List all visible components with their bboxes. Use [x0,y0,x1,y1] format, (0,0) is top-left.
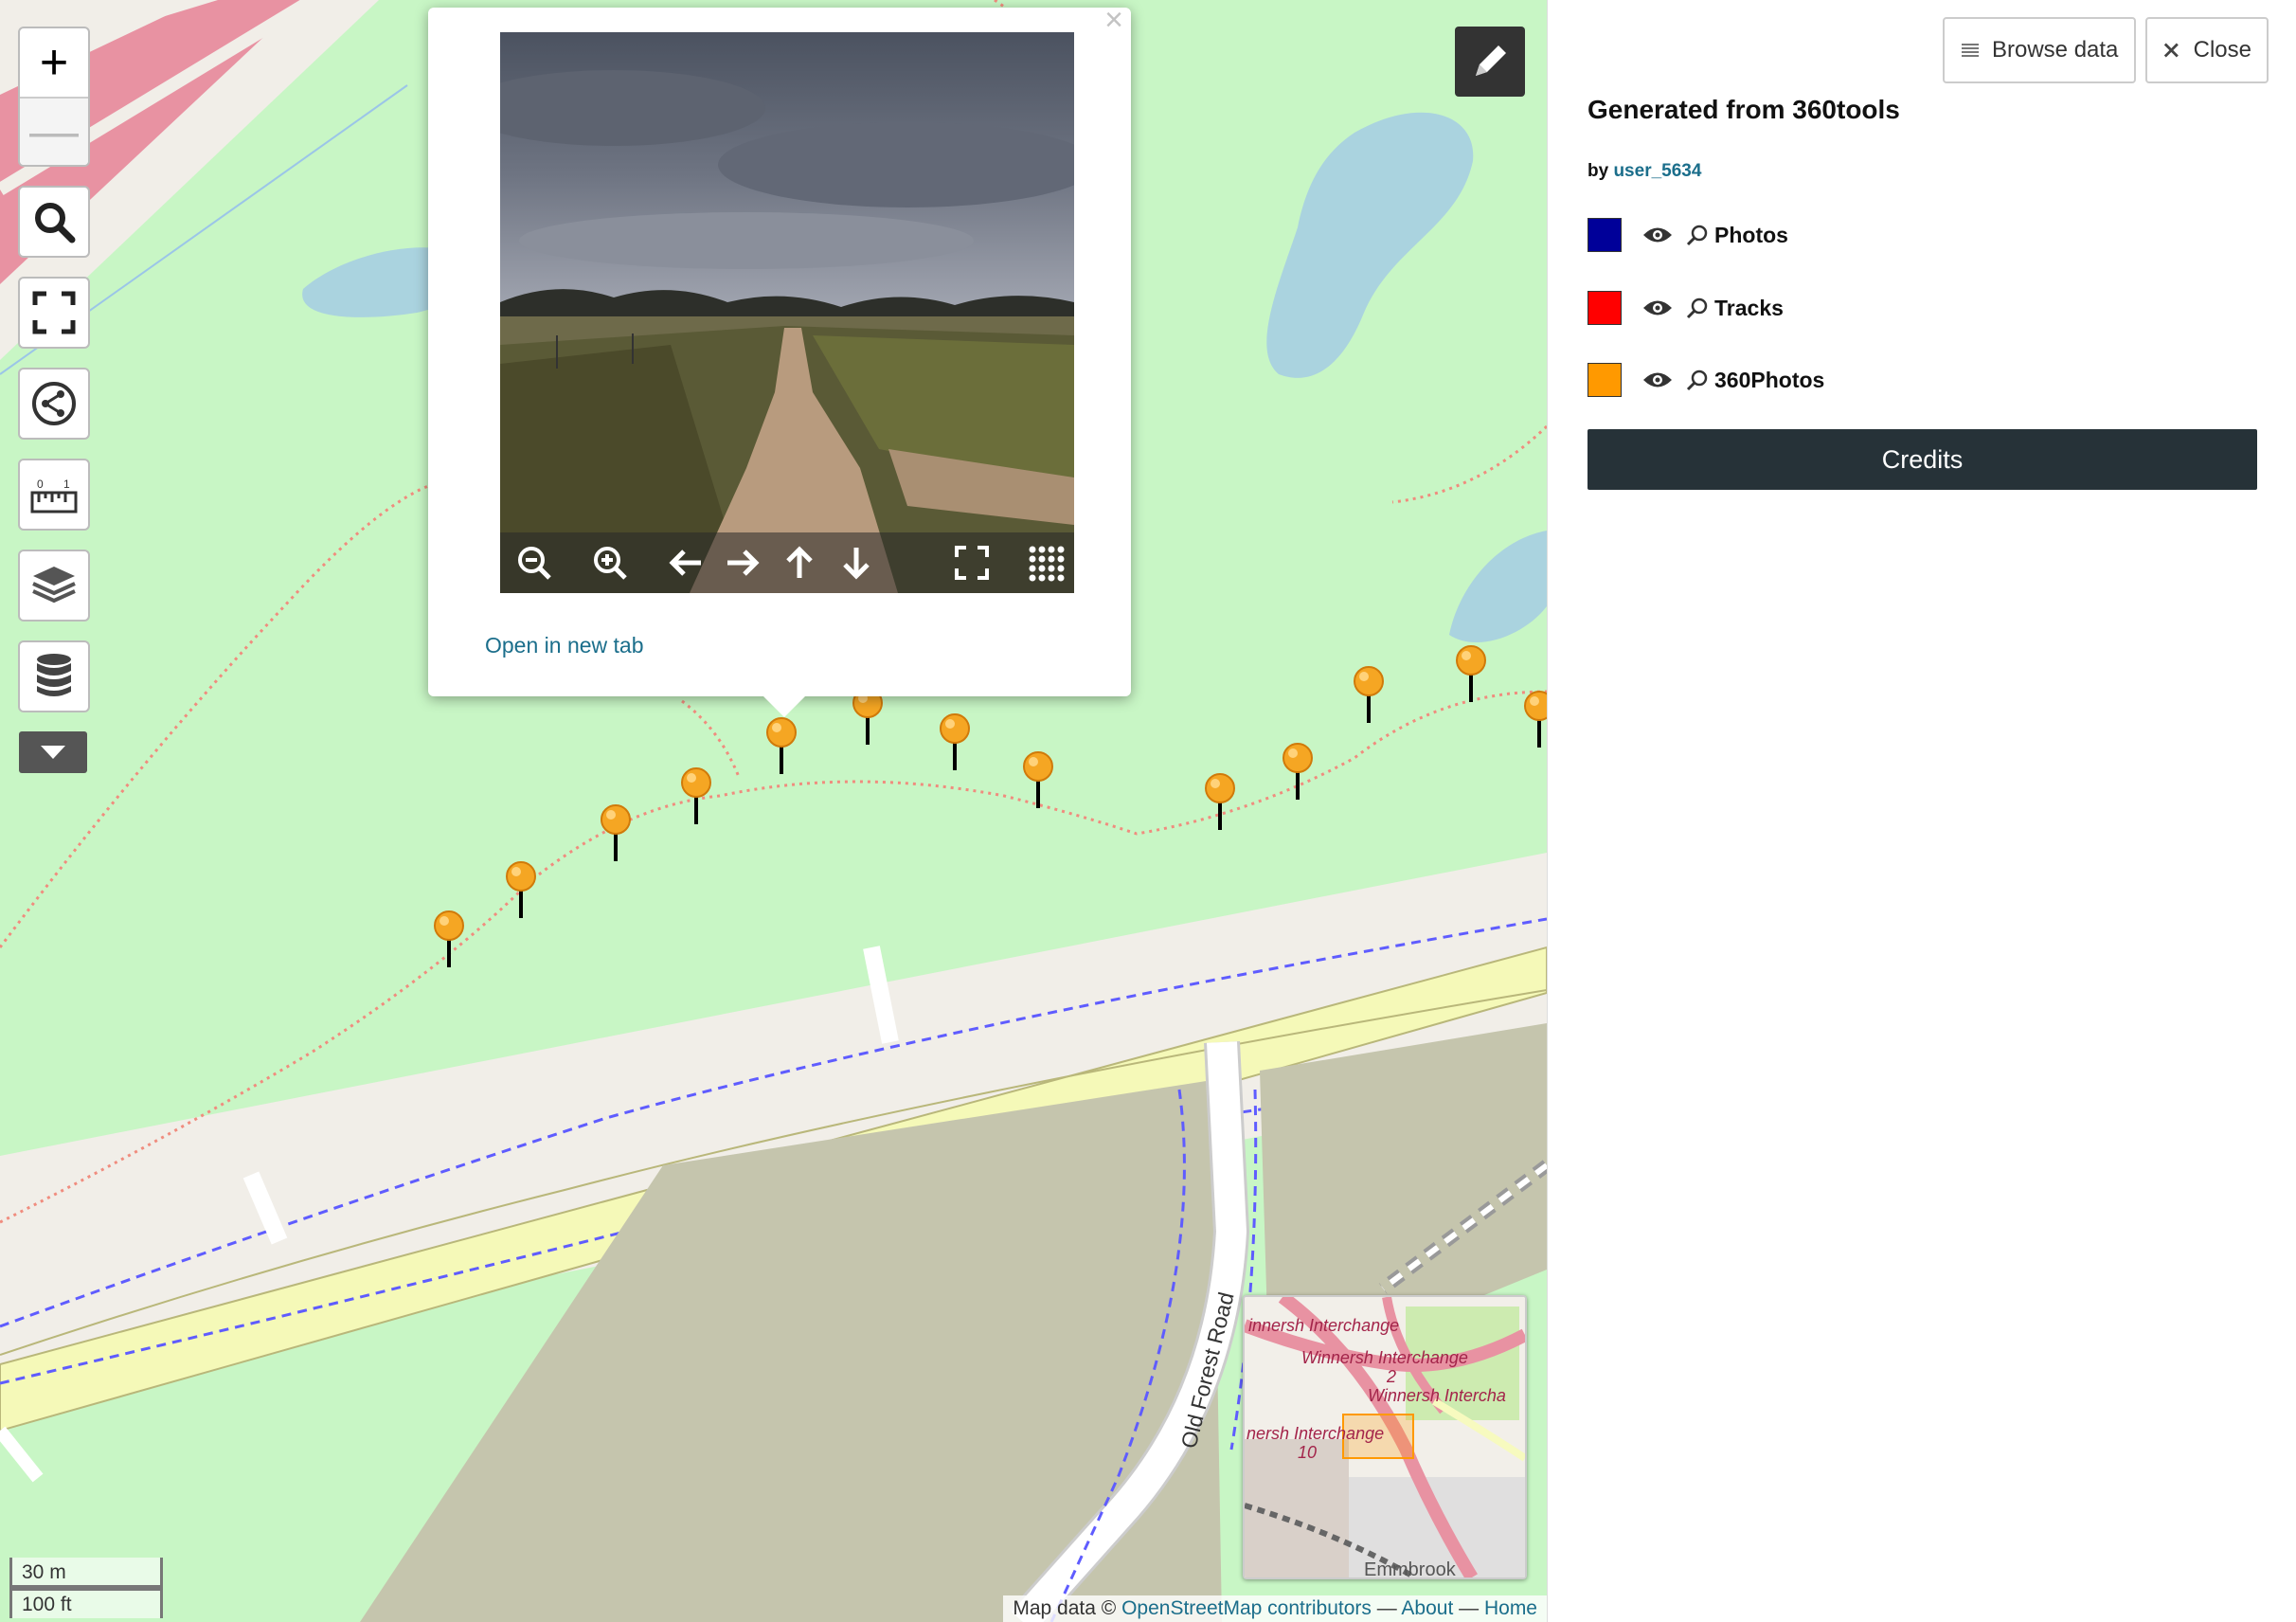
arrow-right-icon [727,550,760,576]
open-in-new-tab-link[interactable]: Open in new tab [485,633,644,658]
eye-icon[interactable] [1642,369,1673,390]
search-button[interactable] [18,186,90,258]
popup-tip [763,696,805,717]
arrow-left-icon [669,550,701,576]
layers-button[interactable] [18,550,90,622]
map-attribution: Map data © OpenStreetMap contributors — … [1003,1595,1547,1622]
photo-popup: × Open in new tab [428,2,1131,717]
scale-metric: 30 m [9,1558,163,1588]
home-link[interactable]: Home [1484,1597,1537,1619]
layer-name[interactable]: 360Photos [1714,368,1824,393]
by-prefix: by [1587,161,1614,181]
pan-down-button[interactable] [837,544,875,582]
scale-bar: 30 m 100 ft [9,1558,163,1618]
measure-button[interactable]: 01 [18,459,90,531]
svg-text:0: 0 [37,478,44,491]
close-label: Close [2193,37,2251,63]
minimap-label: Winnersh Interchange [1301,1348,1468,1367]
credits-button[interactable]: Credits [1587,429,2257,490]
side-panel: Browse data Close Generated from 360tool… [1547,0,2296,1622]
minimap-label: nersh Interchange [1247,1424,1384,1443]
layer-name[interactable]: Photos [1714,223,1788,248]
layer-row-photos: Photos [1587,216,1788,254]
browse-data-label: Browse data [1992,37,2119,63]
viewer-zoom-in-button[interactable] [591,544,629,582]
layer-row-360photos: 360Photos [1587,361,1824,399]
fullscreen-icon [32,291,76,334]
caret-down-icon [41,746,65,759]
panorama-photo [500,32,1074,593]
zoom-to-layer-icon[interactable] [1686,369,1709,391]
list-icon [1962,44,1979,57]
about-link[interactable]: About [1401,1597,1453,1619]
arrow-down-icon [843,548,870,580]
close-panel-button[interactable]: Close [2145,17,2269,83]
zoom-control: + — [18,27,90,167]
arrow-up-icon [786,546,813,578]
layer-name[interactable]: Tracks [1714,296,1784,321]
layer-color-swatch [1587,363,1622,397]
pan-left-button[interactable] [667,544,705,582]
minimap-label: Emmbrook [1364,1559,1457,1577]
fullscreen-icon [955,546,989,580]
scale-imperial: 100 ft [9,1588,163,1618]
more-controls-button[interactable] [19,731,87,773]
zoom-to-layer-icon[interactable] [1686,224,1709,246]
map-title: Generated from 360tools [1587,95,1900,124]
browse-data-button[interactable]: Browse data [1943,17,2136,83]
pencil-icon [1476,45,1506,76]
search-icon [35,203,76,243]
layers-icon [32,567,76,604]
byline: by user_5634 [1587,161,1701,182]
pan-right-button[interactable] [724,544,762,582]
share-button[interactable] [18,368,90,440]
minimap-label: Winnersh Intercha [1368,1386,1506,1405]
map-view[interactable]: Old Forest Road + — 0 1 × Open in new ta… [0,0,1547,1622]
panorama-viewer[interactable] [500,32,1074,593]
popup-close-button[interactable]: × [1104,2,1123,39]
eye-icon[interactable] [1642,297,1673,318]
share-icon [32,382,76,425]
viewer-gallery-button[interactable] [1027,544,1065,582]
viewer-zoom-out-button[interactable] [515,544,553,582]
svg-text:1: 1 [63,478,70,491]
pan-up-button[interactable] [780,544,818,582]
data-layers-button[interactable] [18,640,90,712]
layer-row-tracks: Tracks [1587,289,1784,327]
minimap-label: 10 [1298,1443,1317,1462]
zoom-to-layer-icon[interactable] [1686,297,1709,319]
eye-icon[interactable] [1642,225,1673,245]
layer-color-swatch [1587,291,1622,325]
attribution-separator: — [1453,1597,1484,1619]
minimap-tiles: innersh Interchange Winnersh Interchange… [1245,1297,1525,1577]
app: Old Forest Road + — 0 1 × Open in new ta… [0,0,2296,1622]
author-link[interactable]: user_5634 [1613,161,1701,181]
edit-button[interactable] [1455,27,1525,97]
viewer-toolbar [500,532,1074,593]
attribution-separator: — [1371,1597,1402,1619]
minimap-label: innersh Interchange [1248,1316,1399,1335]
fullscreen-button[interactable] [18,277,90,349]
zoom-out-icon [518,547,551,580]
ruler-icon: 01 [30,478,78,514]
minimap-label: 2 [1386,1367,1396,1386]
layer-color-swatch [1587,218,1622,252]
osm-contributors-link[interactable]: OpenStreetMap contributors [1121,1597,1372,1619]
attribution-prefix: Map data © [1013,1597,1122,1619]
close-icon [2163,43,2179,58]
database-icon [37,654,71,696]
zoom-in-icon [594,547,627,580]
viewer-fullscreen-button[interactable] [953,544,991,582]
grid-icon [1029,546,1065,582]
minimap[interactable]: innersh Interchange Winnersh Interchange… [1243,1295,1527,1579]
zoom-in-button[interactable]: + [20,28,88,97]
zoom-out-button[interactable]: — [20,97,88,165]
